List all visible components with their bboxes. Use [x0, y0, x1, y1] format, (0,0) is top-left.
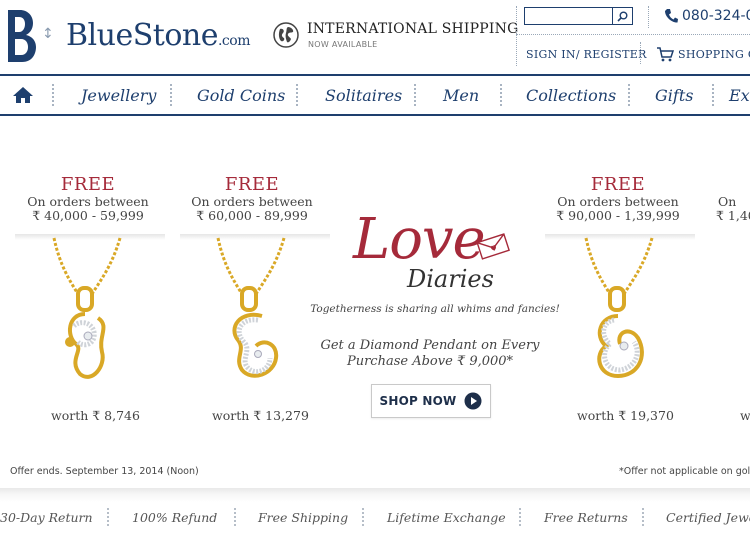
promo-line: Get a Diamond Pendant on Every: [320, 338, 540, 353]
bluestone-logo-icon[interactable]: [2, 8, 38, 64]
home-icon[interactable]: [12, 86, 34, 104]
benefit-30-day-return[interactable]: 30-Day Return: [0, 510, 93, 525]
cart-icon[interactable]: [656, 46, 674, 62]
offer-condition: On orders between: [191, 194, 313, 209]
play-icon: [464, 392, 482, 410]
offer-block: FREE On orders between ₹ 90,000 - 1,39,9…: [548, 174, 688, 223]
offer-block: FREE On orders between ₹ 60,000 - 89,999: [182, 174, 322, 223]
search-icon: [617, 11, 628, 22]
benefit-separator: [107, 508, 109, 526]
nav-separator: [52, 84, 54, 106]
offer-block: FREE On orders between ₹ 40,000 - 59,999: [18, 174, 158, 223]
header-divider: [516, 34, 750, 35]
main-nav: Jewellery Gold Coins Solitaires Men Coll…: [0, 74, 750, 116]
nav-separator: [628, 84, 630, 106]
offer-condition: On orders between: [557, 194, 679, 209]
pendant-worth: worth ₹ 19,370: [577, 408, 674, 423]
offer-range: ₹ 60,000 - 89,999: [196, 208, 308, 223]
benefit-separator: [234, 508, 236, 526]
benefit-free-shipping[interactable]: Free Shipping: [258, 510, 348, 525]
logo-arrows-icon: ↕: [42, 26, 54, 42]
pendant-worth: worth ₹ 13,279: [212, 408, 309, 423]
sign-in-register-link[interactable]: SIGN IN/ REGISTER: [526, 48, 647, 61]
offer-free-label: FREE: [60, 174, 116, 195]
offer-condition: On: [718, 194, 737, 209]
nav-separator: [296, 84, 298, 106]
benefits-bar: 30-Day Return 100% Refund Free Shipping …: [0, 488, 750, 533]
hero-banner[interactable]: FREE On orders between ₹ 40,000 - 59,999…: [0, 116, 750, 488]
pendant-image[interactable]: [40, 236, 130, 386]
offer-end-date: Offer ends. September 13, 2014 (Noon): [10, 466, 199, 477]
phone-number[interactable]: 080-324-00: [682, 8, 750, 24]
envelope-icon: [476, 233, 510, 260]
header-divider: [516, 6, 517, 66]
nav-item-men[interactable]: Men: [443, 86, 479, 105]
benefit-free-returns[interactable]: Free Returns: [544, 510, 628, 525]
globe-icon: [273, 22, 299, 48]
benefit-100-refund[interactable]: 100% Refund: [132, 510, 217, 525]
shopping-cart-link[interactable]: SHOPPING CA: [678, 48, 750, 61]
nav-item-solitaires[interactable]: Solitaires: [325, 86, 402, 105]
pendant-image[interactable]: [572, 236, 662, 386]
benefit-certified-jewellery[interactable]: Certified Jewel: [666, 510, 750, 525]
header-divider: [648, 6, 649, 28]
offer-disclaimer: *Offer not applicable on gol: [619, 466, 750, 477]
campaign-title-diaries: Diaries: [407, 265, 494, 293]
nav-separator: [170, 84, 172, 106]
promo-line: Purchase Above ₹ 9,000*: [346, 354, 514, 369]
search-button[interactable]: [612, 7, 633, 25]
pendant-worth: worth ₹ 8,746: [51, 408, 140, 423]
nav-item-gifts[interactable]: Gifts: [655, 86, 693, 105]
campaign-title-love: Love: [353, 207, 486, 272]
nav-item-collections[interactable]: Collections: [526, 86, 616, 105]
benefit-separator: [362, 508, 364, 526]
shop-now-label: SHOP NOW: [379, 394, 457, 408]
header-divider: [640, 42, 641, 64]
shipping-title: INTERNATIONAL SHIPPING: [307, 21, 519, 37]
benefit-separator: [519, 508, 521, 526]
nav-separator: [414, 84, 416, 106]
nav-separator: [500, 84, 502, 106]
nav-separator: [712, 84, 714, 106]
offer-free-label: [716, 174, 750, 195]
campaign-tagline: Togetherness is sharing all whims and fa…: [310, 303, 560, 315]
nav-item-experience[interactable]: Exp: [729, 86, 750, 105]
nav-item-gold-coins[interactable]: Gold Coins: [197, 86, 285, 105]
site-logo[interactable]: BlueStone.com: [66, 18, 250, 53]
nav-item-jewellery[interactable]: Jewellery: [81, 86, 156, 105]
pendant-worth: w: [740, 408, 750, 423]
phone-icon: [665, 9, 678, 23]
offer-free-label: FREE: [224, 174, 280, 195]
shop-now-button[interactable]: SHOP NOW: [371, 384, 491, 418]
benefit-separator: [642, 508, 644, 526]
benefit-lifetime-exchange[interactable]: Lifetime Exchange: [387, 510, 506, 525]
offer-range: ₹ 90,000 - 1,39,999: [556, 208, 680, 223]
offer-range: ₹ 40,000 - 59,999: [32, 208, 144, 223]
offer-free-label: FREE: [590, 174, 646, 195]
shipping-subtitle: NOW AVAILABLE: [308, 40, 378, 49]
offer-range: ₹ 1,40: [716, 208, 750, 223]
offer-condition: On orders between: [27, 194, 149, 209]
offer-block: On ₹ 1,40: [716, 174, 750, 223]
site-header: ↕ BlueStone.com INTERNATIONAL SHIPPING N…: [0, 0, 750, 74]
pendant-image[interactable]: [204, 236, 294, 386]
campaign-promo: Get a Diamond Pendant on Every Purchase …: [300, 338, 560, 370]
search-input[interactable]: [524, 7, 613, 25]
